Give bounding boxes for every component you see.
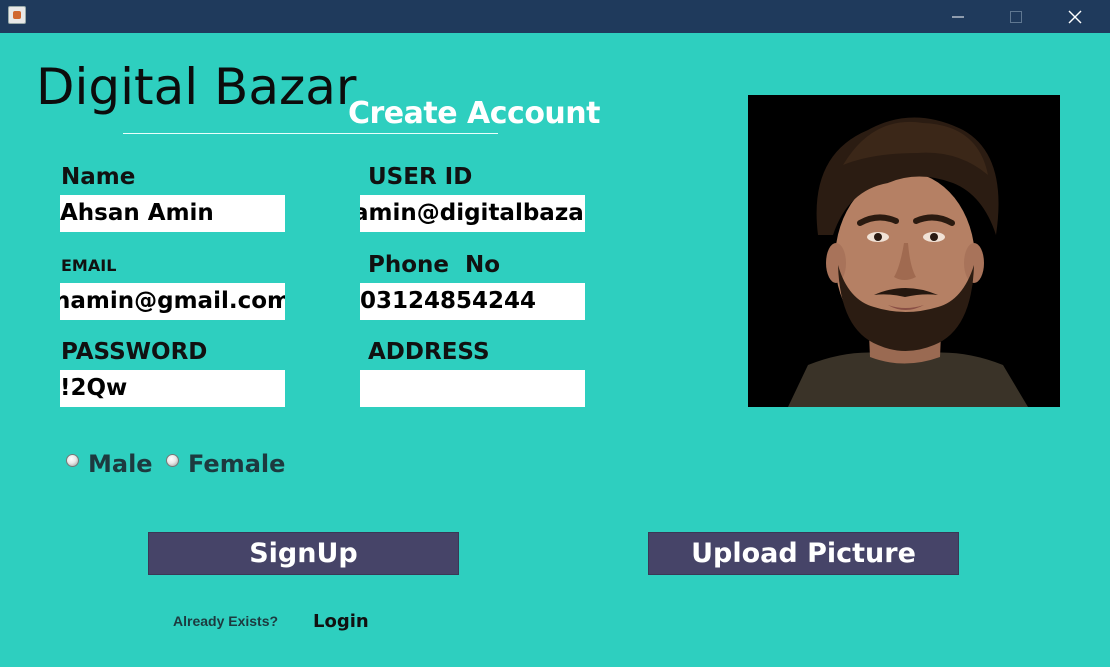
radio-button-icon <box>66 453 79 467</box>
minimize-button[interactable] <box>935 0 981 33</box>
page-title: Create Account <box>348 96 600 131</box>
radio-button-icon <box>166 453 179 467</box>
minimize-icon <box>952 16 964 17</box>
male-radio[interactable]: Male <box>66 450 153 478</box>
login-link[interactable]: Login <box>313 611 369 632</box>
already-exists-text: Already Exists? <box>173 613 279 629</box>
title-bar <box>0 0 1110 33</box>
brand-title: Digital Bazar <box>36 58 357 116</box>
phone-label: Phone No <box>368 252 501 278</box>
female-label: Female <box>188 450 286 478</box>
name-field[interactable]: Ahsan Amin <box>60 195 285 232</box>
userid-field[interactable]: amin@digitalbazar <box>360 195 585 232</box>
signup-button[interactable]: SignUp <box>148 532 459 575</box>
upload-picture-button[interactable]: Upload Picture <box>648 532 959 575</box>
name-label: Name <box>61 164 136 190</box>
java-cup-icon <box>8 6 26 24</box>
maximize-icon <box>1010 10 1022 23</box>
profile-portrait <box>748 95 1060 407</box>
password-label: PASSWORD <box>61 339 208 365</box>
profile-picture <box>748 95 1060 407</box>
phone-field[interactable]: 03124854244 <box>360 283 585 320</box>
address-label: ADDRESS <box>368 339 490 365</box>
close-button[interactable] <box>1052 0 1098 33</box>
close-icon <box>1068 10 1082 23</box>
password-field[interactable]: !2Qw <box>60 370 285 407</box>
userid-label: USER ID <box>368 164 473 190</box>
email-field[interactable]: namin@gmail.com <box>60 283 285 320</box>
maximize-button[interactable] <box>993 0 1039 33</box>
title-divider <box>123 133 498 134</box>
male-label: Male <box>88 450 153 478</box>
address-field[interactable] <box>360 370 585 407</box>
email-label: EMAIL <box>61 256 117 275</box>
female-radio[interactable]: Female <box>166 450 285 478</box>
